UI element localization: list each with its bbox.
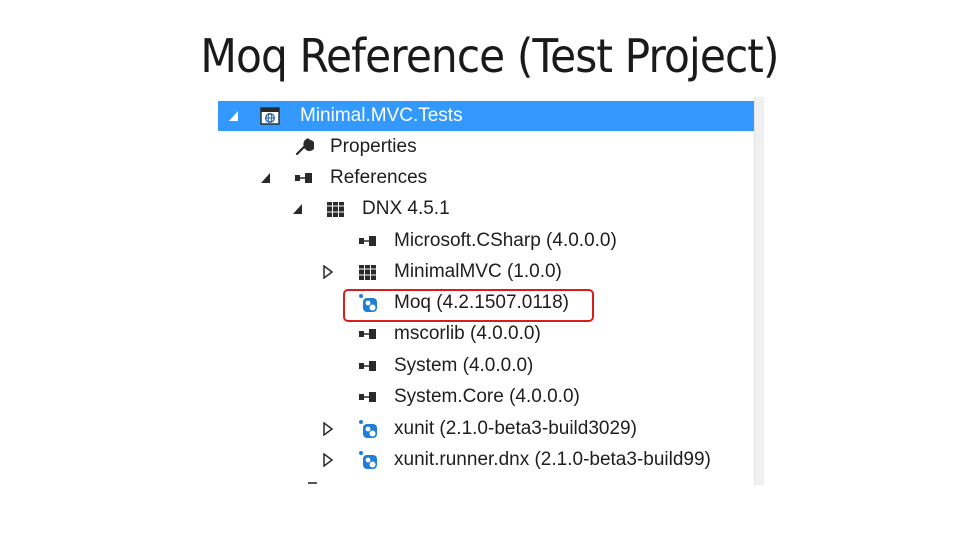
reference-label: xunit (2.1.0-beta3-build3029) xyxy=(394,418,637,439)
reference-label: Microsoft.CSharp (4.0.0.0) xyxy=(394,230,617,251)
reference-label: System.Core (4.0.0.0) xyxy=(394,386,580,407)
collapse-triangle-icon[interactable] xyxy=(260,171,272,185)
assembly-reference-icon xyxy=(359,236,376,246)
tree-item-reference[interactable]: xunit.runner.dnx (2.1.0-beta3-build99) xyxy=(218,445,754,475)
tree-item-framework[interactable]: DNX 4.5.1 xyxy=(218,194,754,224)
slide-title: Moq Reference (Test Project) xyxy=(200,29,779,83)
collapse-triangle-icon[interactable] xyxy=(292,202,304,216)
vertical-scrollbar[interactable] xyxy=(754,97,764,485)
collapse-triangle-icon[interactable] xyxy=(228,109,240,123)
reference-label: System (4.0.0.0) xyxy=(394,355,534,376)
expand-triangle-icon[interactable] xyxy=(322,453,334,467)
tree-item-properties[interactable]: Properties xyxy=(218,132,754,162)
references-icon xyxy=(295,173,312,183)
tree-item-project[interactable]: Minimal.MVC.Tests xyxy=(218,101,754,131)
project-label: Minimal.MVC.Tests xyxy=(300,105,463,126)
reference-label: mscorlib (4.0.0.0) xyxy=(394,323,541,344)
tree-item-reference[interactable]: System (4.0.0.0) xyxy=(218,351,754,381)
tree-item-reference[interactable]: System.Core (4.0.0.0) xyxy=(218,382,754,412)
tree-item-reference[interactable]: Microsoft.CSharp (4.0.0.0) xyxy=(218,226,754,256)
expand-triangle-icon[interactable] xyxy=(322,422,334,436)
expand-triangle-icon[interactable] xyxy=(322,265,334,279)
framework-library-icon xyxy=(327,202,344,217)
assembly-reference-icon xyxy=(359,361,376,371)
nuget-package-icon xyxy=(359,451,377,469)
tree-item-reference[interactable]: mscorlib (4.0.0.0) xyxy=(218,319,754,349)
project-reference-icon xyxy=(359,265,376,280)
tree-item-reference[interactable]: xunit (2.1.0-beta3-build3029) xyxy=(218,414,754,444)
properties-label: Properties xyxy=(330,136,417,157)
references-label: References xyxy=(330,167,428,188)
assembly-reference-icon xyxy=(359,329,376,339)
moq-highlight-box xyxy=(343,289,594,322)
tree-item-references[interactable]: References xyxy=(218,163,754,193)
assembly-reference-icon xyxy=(359,392,376,402)
framework-label: DNX 4.5.1 xyxy=(362,198,450,219)
wrench-icon xyxy=(295,138,314,156)
tree-item-reference[interactable]: MinimalMVC (1.0.0) xyxy=(218,257,754,287)
reference-label: MinimalMVC (1.0.0) xyxy=(394,261,562,282)
web-project-icon xyxy=(260,107,280,125)
nuget-package-icon xyxy=(359,420,377,438)
tree-bottom-marker xyxy=(308,482,317,484)
reference-label: xunit.runner.dnx (2.1.0-beta3-build99) xyxy=(394,449,711,470)
